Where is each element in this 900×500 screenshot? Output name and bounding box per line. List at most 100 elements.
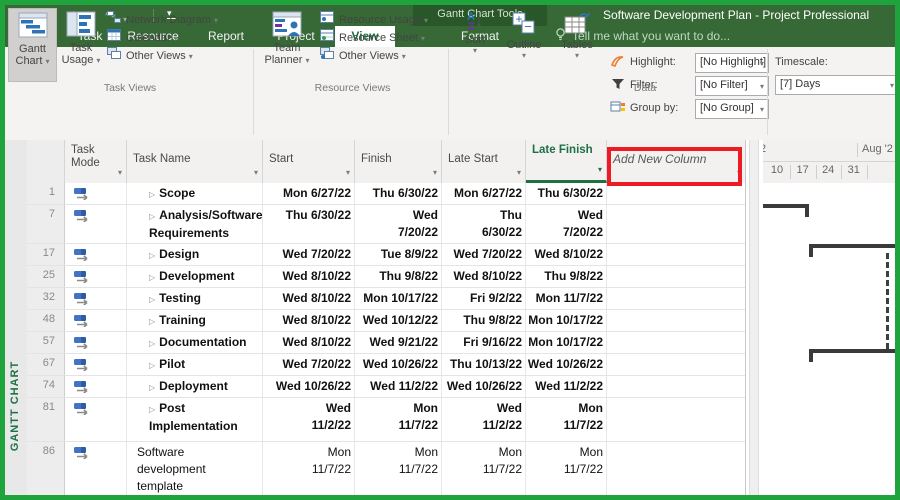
- expand-triangle-icon[interactable]: ▷: [149, 361, 155, 370]
- expand-triangle-icon[interactable]: ▷: [149, 251, 155, 260]
- table-row[interactable]: 25 ▷ Development Wed 8/10/22 Thu 9/8/22 Wed 8…: [27, 266, 745, 288]
- timescale-dropdown[interactable]: [7] Days ▾: [775, 75, 895, 95]
- summary-bar-pilot[interactable]: [809, 349, 895, 353]
- sort-button[interactable]: A Z ↓ Sort ▾: [455, 8, 495, 80]
- add-new-column-cell[interactable]: [607, 332, 745, 353]
- late-start-cell[interactable]: Wed 10/26/22: [442, 376, 526, 397]
- late-finish-cell[interactable]: Wed 7/20/22: [526, 205, 607, 243]
- task-name-cell[interactable]: ▷ Design: [127, 244, 263, 265]
- outline-button[interactable]: + − Outline ▾: [500, 8, 548, 80]
- resource-other-views-button[interactable]: Other Views ▾: [320, 47, 406, 65]
- task-name-cell[interactable]: ▷ Deployment: [127, 376, 263, 397]
- row-id[interactable]: 57: [27, 332, 65, 353]
- finish-column-header[interactable]: Finish ▾: [355, 140, 442, 183]
- table-row[interactable]: 48 ▷ Training Wed 8/10/22 Wed 10/12/22 Thu 9/…: [27, 310, 745, 332]
- finish-cell[interactable]: Mon 10/17/22: [355, 288, 442, 309]
- network-diagram-button[interactable]: Network Diagram ▾: [107, 11, 218, 29]
- table-row[interactable]: 57 ▷ Documentation Wed 8/10/22 Wed 9/21/22 Fr…: [27, 332, 745, 354]
- row-id[interactable]: 25: [27, 266, 65, 287]
- late-finish-cell[interactable]: Mon 10/17/22: [526, 332, 607, 353]
- expand-triangle-icon[interactable]: ▷: [149, 212, 155, 221]
- row-id[interactable]: 1: [27, 183, 65, 204]
- start-cell[interactable]: Wed 10/26/22: [263, 376, 355, 397]
- table-row[interactable]: 32 ▷ Testing Wed 8/10/22 Mon 10/17/22 Fri 9/2…: [27, 288, 745, 310]
- finish-cell[interactable]: Wed 10/12/22: [355, 310, 442, 331]
- task-name-cell[interactable]: ▷ Training: [127, 310, 263, 331]
- add-new-column-cell[interactable]: [607, 205, 745, 243]
- table-row[interactable]: 7 ▷ Analysis/Software Requirements Thu 6/30…: [27, 205, 745, 244]
- finish-cell[interactable]: Wed 10/26/22: [355, 354, 442, 375]
- table-row[interactable]: 74 ▷ Deployment Wed 10/26/22 Wed 11/2/22 Wed …: [27, 376, 745, 398]
- late-finish-cell[interactable]: Wed 10/26/22: [526, 354, 607, 375]
- expand-triangle-icon[interactable]: ▷: [149, 339, 155, 348]
- row-id[interactable]: 81: [27, 398, 65, 441]
- filter-dropdown[interactable]: [No Filter] ▾: [695, 76, 769, 96]
- task-name-cell[interactable]: ▷ Analysis/Software Requirements: [127, 205, 263, 243]
- finish-cell[interactable]: Thu 6/30/22: [355, 183, 442, 204]
- task-mode-column-header[interactable]: Task Mode ▾: [65, 140, 127, 183]
- start-cell[interactable]: Wed 7/20/22: [263, 244, 355, 265]
- start-cell[interactable]: Wed 7/20/22: [263, 354, 355, 375]
- task-name-cell[interactable]: ▷ Pilot: [127, 354, 263, 375]
- finish-cell[interactable]: Mon 11/7/22: [355, 398, 442, 441]
- start-cell[interactable]: Wed 8/10/22: [263, 332, 355, 353]
- calendar-button[interactable]: Calendar ▾: [107, 29, 178, 47]
- task-name-cell[interactable]: ▷ Development: [127, 266, 263, 287]
- finish-cell[interactable]: Thu 9/8/22: [355, 266, 442, 287]
- late-start-cell[interactable]: Mon 6/27/22: [442, 183, 526, 204]
- late-finish-cell[interactable]: Wed 8/10/22: [526, 244, 607, 265]
- late-finish-cell[interactable]: Thu 6/30/22: [526, 183, 607, 204]
- id-column-header[interactable]: [27, 140, 65, 183]
- row-id[interactable]: 86: [27, 442, 65, 495]
- table-row[interactable]: 1 ▷ Scope Mon 6/27/22 Thu 6/30/22 Mon 6/27/22…: [27, 183, 745, 205]
- highlight-dropdown[interactable]: [No Highlight] ▾: [695, 53, 769, 73]
- table-row[interactable]: 81 ▷ Post Implementation Wed 11/2/22 Mon 11/…: [27, 398, 745, 442]
- add-new-column-cell[interactable]: [607, 310, 745, 331]
- late-start-cell[interactable]: Thu 10/13/22: [442, 354, 526, 375]
- task-mode-cell[interactable]: [65, 183, 127, 204]
- expand-triangle-icon[interactable]: ▷: [149, 383, 155, 392]
- start-cell[interactable]: Thu 6/30/22: [263, 205, 355, 243]
- finish-cell[interactable]: Tue 8/9/22: [355, 244, 442, 265]
- add-new-column-cell[interactable]: [607, 288, 745, 309]
- add-new-column-cell[interactable]: [607, 266, 745, 287]
- add-new-column-cell[interactable]: [607, 354, 745, 375]
- start-cell[interactable]: Wed 8/10/22: [263, 266, 355, 287]
- table-row[interactable]: 17 ▷ Design Wed 7/20/22 Tue 8/9/22 Wed 7/20/2…: [27, 244, 745, 266]
- late-finish-cell[interactable]: Wed 11/2/22: [526, 376, 607, 397]
- expand-triangle-icon[interactable]: ▷: [149, 295, 155, 304]
- task-mode-cell[interactable]: [65, 332, 127, 353]
- task-mode-cell[interactable]: [65, 288, 127, 309]
- gantt-chart-area[interactable]: [763, 183, 895, 495]
- finish-cell[interactable]: Wed 9/21/22: [355, 332, 442, 353]
- late-start-column-header[interactable]: Late Start ▾: [442, 140, 526, 183]
- late-start-cell[interactable]: Thu 6/30/22: [442, 205, 526, 243]
- task-name-cell[interactable]: Software development template: [127, 442, 263, 495]
- row-id[interactable]: 7: [27, 205, 65, 243]
- task-mode-cell[interactable]: [65, 205, 127, 243]
- summary-bar-analysis[interactable]: [763, 204, 809, 208]
- summary-bar-design[interactable]: [809, 244, 895, 248]
- late-finish-cell[interactable]: Mon 10/17/22: [526, 310, 607, 331]
- late-start-cell[interactable]: Wed 8/10/22: [442, 266, 526, 287]
- team-planner-button[interactable]: Team Planner ▾: [260, 8, 314, 80]
- task-mode-cell[interactable]: [65, 244, 127, 265]
- tables-button[interactable]: Tables ▾: [553, 8, 601, 80]
- expand-triangle-icon[interactable]: ▷: [149, 317, 155, 326]
- late-finish-cell[interactable]: Thu 9/8/22: [526, 266, 607, 287]
- task-mode-cell[interactable]: [65, 310, 127, 331]
- start-cell[interactable]: Wed 8/10/22: [263, 288, 355, 309]
- row-id[interactable]: 74: [27, 376, 65, 397]
- start-column-header[interactable]: Start ▾: [263, 140, 355, 183]
- finish-cell[interactable]: Wed 11/2/22: [355, 376, 442, 397]
- task-name-cell[interactable]: ▷ Post Implementation: [127, 398, 263, 441]
- task-usage-button[interactable]: Task Usage ▾: [58, 8, 104, 80]
- start-cell[interactable]: Wed 11/2/22: [263, 398, 355, 441]
- group-by-dropdown[interactable]: [No Group] ▾: [695, 99, 769, 119]
- late-start-cell[interactable]: Fri 9/2/22: [442, 288, 526, 309]
- row-id[interactable]: 67: [27, 354, 65, 375]
- start-cell[interactable]: Mon 11/7/22: [263, 442, 355, 495]
- resource-sheet-button[interactable]: Resource Sheet ▾: [320, 29, 425, 47]
- task-mode-cell[interactable]: [65, 442, 127, 495]
- table-row[interactable]: 67 ▷ Pilot Wed 7/20/22 Wed 10/26/22 Thu 10/13…: [27, 354, 745, 376]
